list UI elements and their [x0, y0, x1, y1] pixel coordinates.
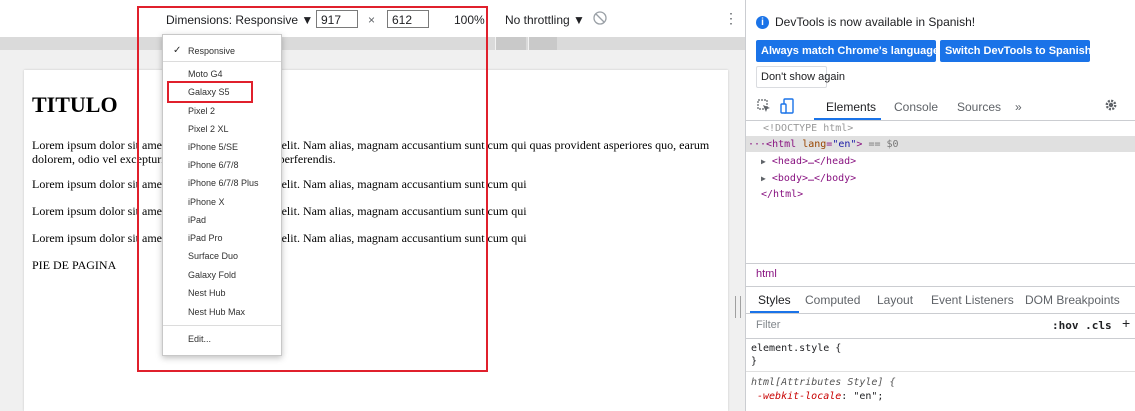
dom-tag: <head>…</head>	[771, 156, 857, 167]
css-rule-selector[interactable]: element.style {	[751, 343, 841, 354]
tab-console[interactable]: Console	[894, 100, 938, 114]
highlight-box-item	[167, 81, 253, 103]
expand-triangle-icon[interactable]: ▶	[761, 157, 766, 166]
tab-computed[interactable]: Computed	[805, 293, 860, 307]
tab-dom-breakpoints[interactable]: DOM Breakpoints	[1025, 293, 1120, 307]
hov-cls-toggle[interactable]: :hov .cls	[1052, 319, 1112, 332]
css-rule-divider	[746, 371, 1135, 372]
active-tab-indicator	[814, 118, 881, 120]
css-rule-close: }	[751, 356, 758, 367]
highlight-box-panel	[137, 6, 488, 372]
inspect-element-icon[interactable]	[757, 99, 771, 113]
dom-html-close[interactable]: </html>	[761, 189, 803, 200]
breadcrumb	[746, 263, 1135, 287]
dom-tag: <body>…</body>	[771, 173, 857, 184]
dom-head-node[interactable]: ▶ <head>…</head>	[761, 156, 856, 167]
dom-selected-marker: == $0	[862, 139, 899, 150]
more-tabs-icon[interactable]: »	[1015, 100, 1022, 114]
dom-tag: ···<html	[748, 139, 803, 150]
tab-elements[interactable]: Elements	[826, 100, 876, 114]
tab-sources[interactable]: Sources	[957, 100, 1001, 114]
more-options-icon[interactable]: ⋮	[724, 10, 738, 27]
gear-icon[interactable]	[1104, 98, 1118, 112]
add-rule-icon[interactable]: +	[1122, 315, 1130, 331]
breadcrumb-html[interactable]: html	[756, 268, 777, 280]
dom-attr-name: lang	[802, 139, 827, 150]
match-language-button[interactable]: Always match Chrome's language	[756, 40, 939, 62]
css-declaration[interactable]: -webkit-locale: "en";	[757, 391, 883, 402]
dom-attr-value: "en"	[832, 139, 857, 150]
throttling-dropdown[interactable]: No throttling ▼	[505, 13, 585, 27]
dom-html-node[interactable]: ···<html lang="en"> == $0	[748, 139, 899, 150]
infobar-message: DevTools is now available in Spanish!	[775, 15, 976, 29]
css-rule-selector[interactable]: html[Attributes Style] {	[751, 377, 896, 388]
dont-show-again-button[interactable]: Don't show again	[756, 66, 845, 88]
switch-language-button[interactable]: Switch DevTools to Spanish	[940, 40, 1091, 62]
tab-styles[interactable]: Styles	[758, 293, 791, 307]
dom-doctype[interactable]: <!DOCTYPE html>	[763, 123, 853, 134]
css-value: "en";	[853, 391, 884, 402]
device-toggle-icon[interactable]	[780, 98, 794, 114]
page-title: TITULO	[32, 92, 118, 117]
css-colon: :	[841, 391, 854, 402]
tab-layout[interactable]: Layout	[877, 293, 913, 307]
css-property: -webkit-locale	[757, 391, 842, 402]
resize-handle[interactable]	[735, 296, 741, 318]
info-icon: i	[756, 16, 769, 29]
devtools-tab-bar	[746, 93, 1135, 121]
rotate-icon[interactable]	[592, 10, 608, 26]
styles-filter-input[interactable]: Filter	[756, 319, 780, 331]
tab-event-listeners[interactable]: Event Listeners	[931, 293, 1014, 307]
expand-triangle-icon[interactable]: ▶	[761, 174, 766, 183]
dom-body-node[interactable]: ▶ <body>…</body>	[761, 173, 856, 184]
active-tab-indicator	[750, 311, 799, 313]
